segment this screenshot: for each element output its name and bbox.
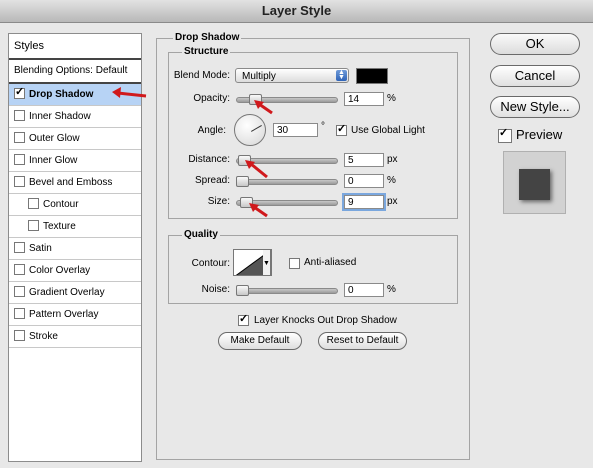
noise-label: Noise:	[201, 284, 230, 295]
make-default-button[interactable]: Make Default	[218, 332, 302, 350]
ok-button[interactable]: OK	[490, 33, 580, 55]
style-item-checkbox[interactable]	[14, 153, 25, 165]
style-item-checkbox[interactable]	[14, 175, 25, 187]
layer-knocks-out-checkbox[interactable]	[238, 315, 249, 326]
blending-options-item[interactable]: Blending Options: Default	[9, 60, 141, 84]
new-style-button[interactable]: New Style...	[490, 96, 580, 118]
distance-input[interactable]: 5	[344, 153, 384, 167]
noise-input[interactable]: 0	[344, 283, 384, 297]
style-item-stroke[interactable]: Stroke	[9, 326, 141, 348]
style-item-inner-glow[interactable]: Inner Glow	[9, 150, 141, 172]
style-item-pattern-overlay[interactable]: Pattern Overlay	[9, 304, 141, 326]
annotation-arrow-distance	[245, 160, 268, 179]
blend-mode-value: Multiply	[242, 71, 276, 82]
style-item-outer-glow[interactable]: Outer Glow	[9, 128, 141, 150]
annotation-arrow-drop-shadow	[112, 87, 147, 98]
style-item-checkbox[interactable]	[14, 131, 25, 143]
distance-label: Distance:	[188, 154, 230, 165]
blend-mode-select[interactable]: Multiply ▲ ▼	[235, 68, 349, 83]
style-item-label: Stroke	[29, 331, 58, 342]
preview-checkbox[interactable]	[498, 129, 512, 143]
style-item-label: Pattern Overlay	[29, 309, 99, 320]
style-item-label: Gradient Overlay	[29, 287, 105, 298]
style-item-checkbox[interactable]	[28, 197, 39, 209]
noise-unit: %	[387, 284, 396, 295]
opacity-unit: %	[387, 93, 396, 104]
style-item-label: Inner Shadow	[29, 111, 91, 122]
noise-slider-thumb[interactable]	[236, 285, 249, 296]
angle-input[interactable]: 30	[273, 123, 318, 137]
style-item-label: Color Overlay	[29, 265, 91, 276]
window-title: Layer Style	[0, 0, 593, 23]
angle-unit: °	[321, 121, 325, 132]
use-global-light-label: Use Global Light	[351, 125, 425, 136]
style-item-checkbox[interactable]	[14, 307, 25, 319]
preview-thumbnail	[519, 169, 550, 200]
style-item-checkbox[interactable]	[14, 285, 25, 297]
quality-title: Quality	[182, 229, 220, 241]
style-item-gradient-overlay[interactable]: Gradient Overlay	[9, 282, 141, 304]
shadow-color-swatch[interactable]	[356, 68, 388, 84]
style-item-bevel-and-emboss[interactable]: Bevel and Emboss	[9, 172, 141, 194]
opacity-label: Opacity:	[193, 93, 230, 104]
style-item-checkbox[interactable]	[28, 219, 39, 231]
reset-to-default-button[interactable]: Reset to Default	[318, 332, 407, 350]
style-item-checkbox[interactable]	[14, 241, 25, 253]
style-item-checkbox[interactable]	[14, 109, 25, 121]
anti-aliased-label: Anti-aliased	[304, 257, 357, 268]
structure-title: Structure	[182, 46, 231, 58]
drop-shadow-title: Drop Shadow	[173, 32, 242, 44]
use-global-light-checkbox[interactable]	[336, 125, 347, 136]
styles-header[interactable]: Styles	[9, 34, 141, 60]
angle-indicator	[251, 125, 262, 132]
style-item-checkbox[interactable]	[14, 329, 25, 341]
style-item-checkbox[interactable]	[14, 87, 25, 99]
select-arrows-icon: ▲ ▼	[336, 69, 347, 81]
spread-label: Spread:	[194, 175, 230, 186]
blend-mode-label: Blend Mode:	[173, 70, 230, 81]
size-unit: px	[387, 196, 398, 207]
style-item-label: Texture	[43, 221, 76, 232]
style-item-contour[interactable]: Contour	[9, 194, 141, 216]
opacity-input[interactable]: 14	[344, 92, 384, 106]
style-preview	[503, 151, 566, 214]
annotation-arrow-size	[249, 203, 268, 218]
spread-input[interactable]: 0	[344, 174, 384, 188]
style-item-checkbox[interactable]	[14, 263, 25, 275]
size-label: Size:	[207, 196, 230, 207]
layer-knocks-out-label: Layer Knocks Out Drop Shadow	[254, 315, 397, 326]
angle-dial[interactable]	[234, 114, 266, 146]
style-item-label: Contour	[43, 199, 79, 210]
preview-label: Preview	[516, 127, 563, 142]
size-input[interactable]: 9	[342, 193, 386, 211]
style-item-label: Bevel and Emboss	[29, 177, 113, 188]
spread-unit: %	[387, 175, 396, 186]
cancel-button[interactable]: Cancel	[490, 65, 580, 87]
distance-unit: px	[387, 154, 398, 165]
angle-label: Angle:	[197, 125, 226, 136]
style-item-label: Outer Glow	[29, 133, 80, 144]
contour-label: Contour:	[191, 258, 230, 269]
contour-dropdown-arrow[interactable]: ▼	[263, 249, 271, 276]
style-item-label: Satin	[29, 243, 52, 254]
style-item-label: Inner Glow	[29, 155, 78, 166]
noise-slider-track[interactable]	[236, 288, 338, 294]
style-item-inner-shadow[interactable]: Inner Shadow	[9, 106, 141, 128]
style-item-color-overlay[interactable]: Color Overlay	[9, 260, 141, 282]
annotation-arrow-opacity	[254, 100, 273, 115]
style-item-satin[interactable]: Satin	[9, 238, 141, 260]
anti-aliased-checkbox[interactable]	[289, 258, 300, 269]
style-item-label: Drop Shadow	[29, 89, 94, 100]
style-item-texture[interactable]: Texture	[9, 216, 141, 238]
